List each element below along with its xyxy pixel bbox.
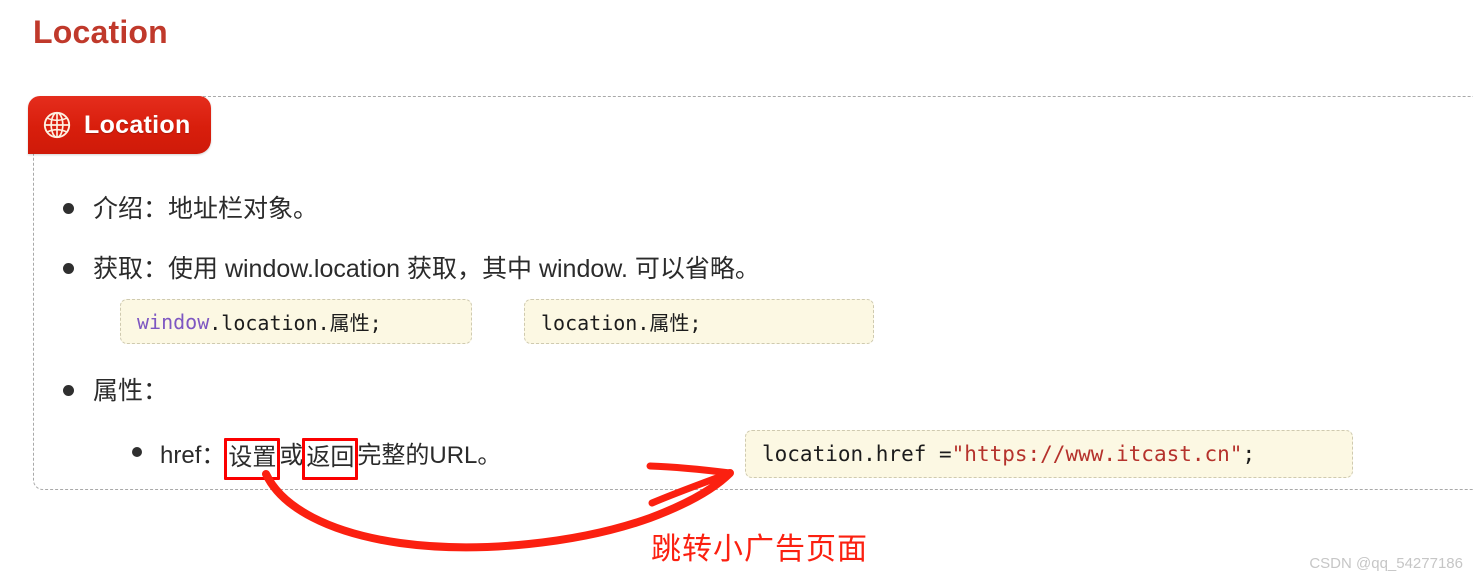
bullet-dot-icon [63,385,74,396]
bullet-dot-icon [63,263,74,274]
watermark: CSDN @qq_54277186 [1309,555,1463,572]
section-badge: Location [28,96,211,154]
href-between-label: 或 [279,442,304,469]
bullet-href-text: href： 设置或返回 完整的URL。 [160,436,502,480]
bullet-item-intro: 介绍：地址栏对象。 [63,192,318,226]
bullet-item-access: 获取：使用 window.location 获取，其中 window. 可以省略… [63,252,760,286]
bullet-properties-text: 属性： [93,377,169,405]
code-token-semicolon: ; [1242,442,1256,466]
page-title: Location [33,14,168,50]
code-chip-window-location: window .location.属性; [120,299,472,344]
code-token-url-string: "https://www.itcast.cn" [951,442,1243,466]
code-token-window-rest: .location.属性; [209,311,382,335]
highlight-box-set: 设置 [224,438,281,480]
highlight-box-return: 返回 [302,438,359,480]
code-token-window: window [137,309,210,334]
section-badge-label: Location [84,110,191,139]
bullet-intro-text: 介绍：地址栏对象。 [93,195,319,223]
annotation-note-text: 跳转小广告页面 [651,533,868,566]
globe-icon [42,110,72,140]
href-suffix-label: 完整的URL。 [357,442,502,469]
code-chip-location-short: location.属性; [524,299,874,344]
href-prefix-label: href： [160,442,226,469]
bullet-item-properties: 属性： [63,374,168,408]
bullet-dot-icon [63,203,74,214]
code-token-href-lhs: location.href = [762,442,952,466]
bullet-item-href: href： 设置或返回 完整的URL。 [132,436,502,480]
code-chip-href-assign: location.href = "https://www.itcast.cn"; [745,430,1353,478]
code-token-location-short: location.属性; [541,311,702,335]
bullet-dot-icon [132,447,142,457]
bullet-access-text: 获取：使用 window.location 获取，其中 window. 可以省略… [93,255,760,283]
